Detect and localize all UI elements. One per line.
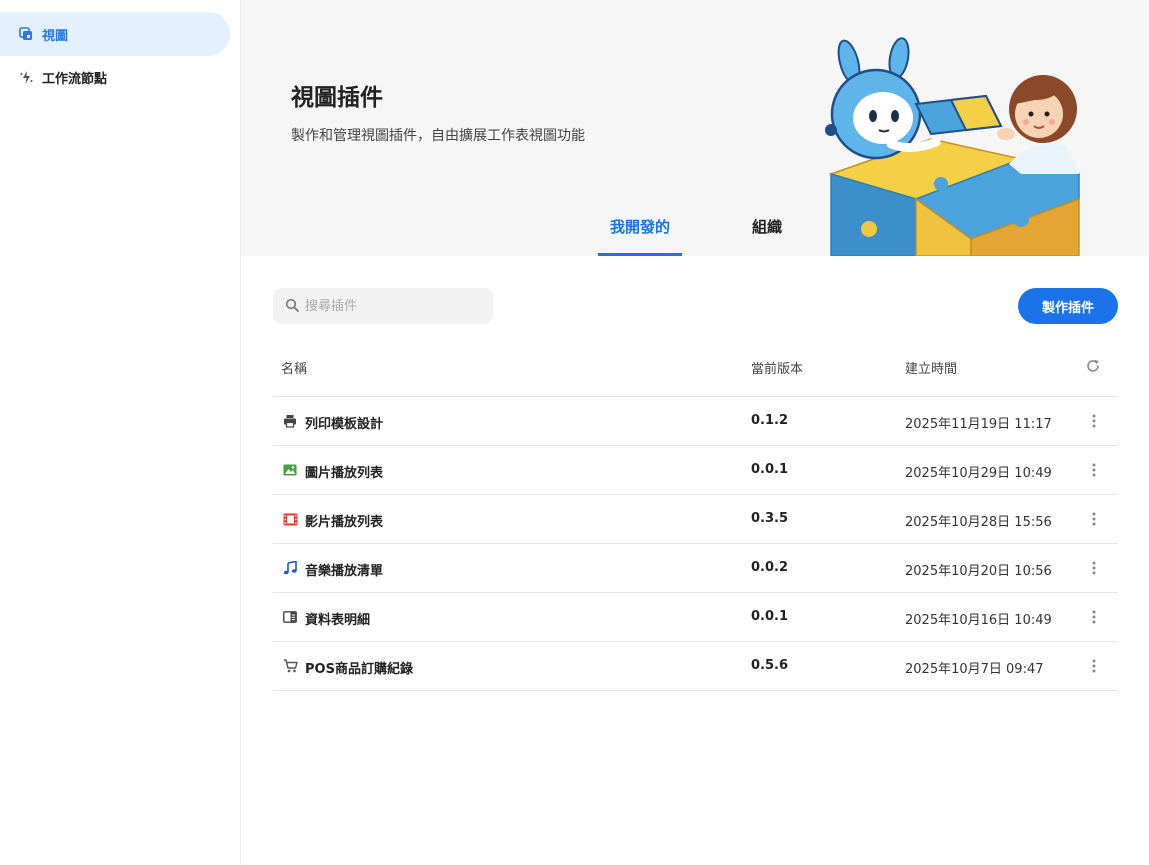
plugin-version: 0.5.6 [751, 658, 789, 673]
refresh-icon[interactable] [1085, 358, 1103, 376]
tab-label: 我開發的 [609, 218, 670, 236]
page-subtitle: 製作和管理視圖插件，自由擴展工作表視圖功能 [291, 128, 585, 144]
plugin-name[interactable]: POS商品訂購紀錄 [305, 658, 413, 677]
plugin-created: 2025年10月7日 09:47 [905, 662, 1044, 677]
column-header-created: 建立時間 [905, 362, 958, 377]
plugin-created: 2025年10月29日 10:49 [905, 466, 1052, 481]
search-input[interactable] [305, 298, 475, 314]
column-header-name: 名稱 [281, 362, 308, 377]
plugin-version: 0.3.5 [751, 511, 789, 526]
plugin-created: 2025年10月28日 15:56 [905, 515, 1052, 530]
table-row[interactable]: 影片播放列表 0.3.5 2025年10月28日 15:56 [273, 495, 1118, 544]
column-header-version: 當前版本 [751, 362, 804, 377]
table-header: 名稱 當前版本 建立時間 [273, 341, 1118, 397]
cart-icon [282, 658, 298, 674]
tab-my-developed[interactable]: 我開發的 [598, 216, 682, 256]
header-banner: 視圖插件 製作和管理視圖插件，自由擴展工作表視圖功能 我開發的 組織 [241, 0, 1149, 256]
music-note-icon [282, 560, 298, 576]
search-box[interactable] [273, 288, 493, 324]
plugin-version: 0.0.2 [751, 560, 789, 575]
film-icon [282, 511, 298, 527]
plugin-created: 2025年10月20日 10:56 [905, 564, 1052, 579]
sidebar-item-label: 視圖 [42, 28, 69, 44]
plugin-name[interactable]: 資料表明細 [305, 609, 370, 628]
workflow-icon [18, 69, 34, 85]
sidebar-item-workflow[interactable]: 工作流節點 [0, 55, 230, 99]
more-options-icon[interactable] [1085, 460, 1103, 480]
tab-label: 組織 [751, 218, 782, 236]
plugin-table: 名稱 當前版本 建立時間 列印模板設計 0.1.2 2025年11月19日 11… [273, 341, 1118, 691]
table-row[interactable]: 圖片播放列表 0.0.1 2025年10月29日 10:49 [273, 446, 1118, 495]
plugin-name[interactable]: 音樂播放清單 [305, 560, 383, 579]
sidebar-item-view[interactable]: 視圖 [0, 12, 230, 56]
search-icon [285, 297, 299, 316]
plugin-created: 2025年10月16日 10:49 [905, 613, 1052, 628]
table-row[interactable]: 列印模板設計 0.1.2 2025年11月19日 11:17 [273, 397, 1118, 446]
plugin-name[interactable]: 圖片播放列表 [305, 462, 383, 481]
puzzle-illustration [825, 37, 1080, 256]
more-options-icon[interactable] [1085, 411, 1103, 431]
plugin-version: 0.0.1 [751, 462, 789, 477]
view-icon [18, 26, 34, 42]
sidebar: 視圖 工作流節點 [0, 0, 241, 865]
detail-panel-icon [282, 609, 298, 625]
more-options-icon[interactable] [1085, 509, 1103, 529]
image-icon [282, 462, 298, 478]
plugin-created: 2025年11月19日 11:17 [905, 417, 1052, 432]
tab-organization[interactable]: 組織 [731, 216, 803, 256]
page-title: 視圖插件 [291, 85, 383, 111]
table-row[interactable]: 資料表明細 0.0.1 2025年10月16日 10:49 [273, 593, 1118, 642]
table-row[interactable]: 音樂播放清單 0.0.2 2025年10月20日 10:56 [273, 544, 1118, 593]
more-options-icon[interactable] [1085, 656, 1103, 676]
more-options-icon[interactable] [1085, 607, 1103, 627]
table-row[interactable]: POS商品訂購紀錄 0.5.6 2025年10月7日 09:47 [273, 642, 1118, 691]
plugin-version: 0.1.2 [751, 413, 789, 428]
sidebar-item-label: 工作流節點 [42, 71, 108, 87]
create-plugin-button[interactable]: 製作插件 [1018, 288, 1118, 324]
plugin-name[interactable]: 影片播放列表 [305, 511, 383, 530]
more-options-icon[interactable] [1085, 558, 1103, 578]
plugin-name[interactable]: 列印模板設計 [305, 413, 383, 432]
plugin-version: 0.0.1 [751, 609, 789, 624]
printer-icon [282, 413, 298, 429]
